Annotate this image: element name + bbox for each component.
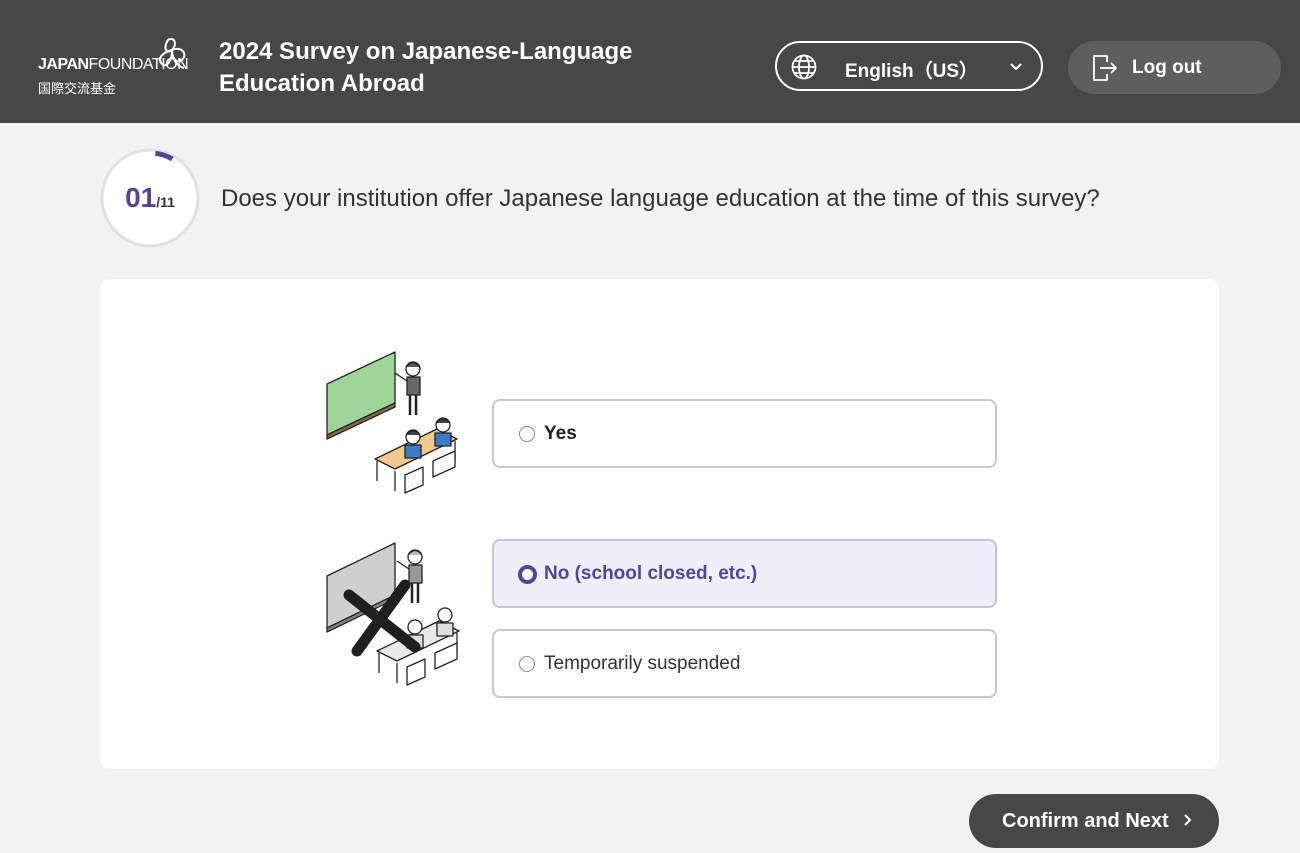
- answer-card: Yes No (school closed, etc.) Temporarily…: [100, 279, 1219, 769]
- logo-text-jp: 国際交流基金: [38, 81, 117, 96]
- option-temporarily-suspended[interactable]: Temporarily suspended: [492, 629, 997, 698]
- globe-icon: [791, 54, 817, 80]
- option-no-label: No (school closed, etc.): [544, 563, 758, 584]
- chevron-down-icon: [1010, 63, 1022, 71]
- radio-temporarily-suspended[interactable]: [519, 656, 535, 672]
- logout-button-label: Log out: [1132, 57, 1202, 78]
- closed-classroom-illustration: [326, 542, 460, 686]
- confirm-next-button[interactable]: Confirm and Next: [969, 794, 1219, 848]
- option-yes-label: Yes: [544, 423, 577, 444]
- japan-foundation-logo[interactable]: JAPANFOUNDATION 国際交流基金: [38, 36, 189, 96]
- app-title-line-1: 2024 Survey on Japanese-Language: [219, 38, 633, 65]
- confirm-next-label: Confirm and Next: [1002, 810, 1169, 832]
- classroom-illustration: [326, 351, 458, 494]
- option-temporarily-suspended-label: Temporarily suspended: [544, 653, 741, 674]
- question-text: Does your institution offer Japanese lan…: [221, 185, 1100, 212]
- radio-yes[interactable]: [519, 426, 535, 442]
- progress-count: 01/11: [100, 182, 200, 214]
- option-no[interactable]: No (school closed, etc.): [492, 539, 997, 608]
- logo-mark-icon: [158, 38, 186, 69]
- app-title-line-2: Education Abroad: [219, 70, 425, 97]
- progress-indicator: 01/11: [100, 148, 200, 248]
- progress-current: 01: [125, 182, 157, 213]
- logout-button[interactable]: Log out: [1068, 41, 1281, 94]
- language-select-value: English（US）: [845, 61, 979, 82]
- progress-total: /11: [156, 194, 175, 210]
- language-select[interactable]: English（US）: [775, 41, 1043, 91]
- app-header: JAPANFOUNDATION 国際交流基金 2024 Survey on Ja…: [0, 0, 1300, 123]
- option-yes[interactable]: Yes: [492, 399, 997, 468]
- radio-no[interactable]: [518, 565, 537, 584]
- app-title: 2024 Survey on Japanese-Language Educati…: [219, 36, 699, 100]
- chevron-right-icon: [1184, 814, 1192, 826]
- logout-icon: [1093, 55, 1117, 81]
